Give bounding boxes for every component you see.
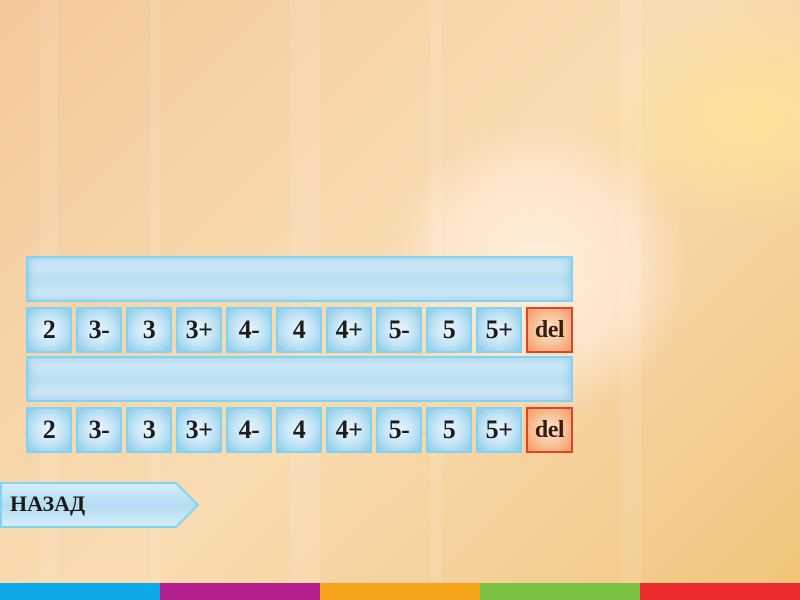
grade-key-4[interactable]: 4: [276, 307, 322, 353]
color-stripe: [640, 583, 800, 600]
color-stripe: [320, 583, 480, 600]
grade-key-4-plus[interactable]: 4+: [326, 307, 372, 353]
grade-key-5-plus[interactable]: 5+: [476, 307, 522, 353]
background-streak: [620, 0, 642, 600]
grade-key-3-minus[interactable]: 3-: [76, 407, 122, 453]
grade-key-3[interactable]: 3: [126, 407, 172, 453]
grade-key-3-plus[interactable]: 3+: [176, 307, 222, 353]
delete-button[interactable]: del: [526, 407, 573, 453]
grade-key-4-minus[interactable]: 4-: [226, 307, 272, 353]
grade-key-5[interactable]: 5: [426, 407, 472, 453]
grade-key-2[interactable]: 2: [26, 407, 72, 453]
grade-key-3-plus[interactable]: 3+: [176, 407, 222, 453]
delete-button[interactable]: del: [526, 307, 573, 353]
back-button[interactable]: НАЗАД: [0, 482, 200, 528]
grade-keypad-row-1: 2 3- 3 3+ 4- 4 4+ 5- 5 5+ del: [26, 307, 573, 353]
grade-key-4-minus[interactable]: 4-: [226, 407, 272, 453]
grade-key-5-plus[interactable]: 5+: [476, 407, 522, 453]
color-stripe: [0, 583, 160, 600]
back-button-label: НАЗАД: [10, 491, 86, 516]
grade-key-3[interactable]: 3: [126, 307, 172, 353]
grade-keypad-row-2: 2 3- 3 3+ 4- 4 4+ 5- 5 5+ del: [26, 407, 573, 453]
grade-key-5[interactable]: 5: [426, 307, 472, 353]
grade-key-4-plus[interactable]: 4+: [326, 407, 372, 453]
color-stripe: [480, 583, 640, 600]
grade-key-5-minus[interactable]: 5-: [376, 407, 422, 453]
grade-display-field-1: [26, 256, 573, 302]
grade-key-5-minus[interactable]: 5-: [376, 307, 422, 353]
grade-display-field-2: [26, 356, 573, 402]
color-stripe: [160, 583, 320, 600]
grade-key-3-minus[interactable]: 3-: [76, 307, 122, 353]
grade-key-2[interactable]: 2: [26, 307, 72, 353]
grade-key-4[interactable]: 4: [276, 407, 322, 453]
